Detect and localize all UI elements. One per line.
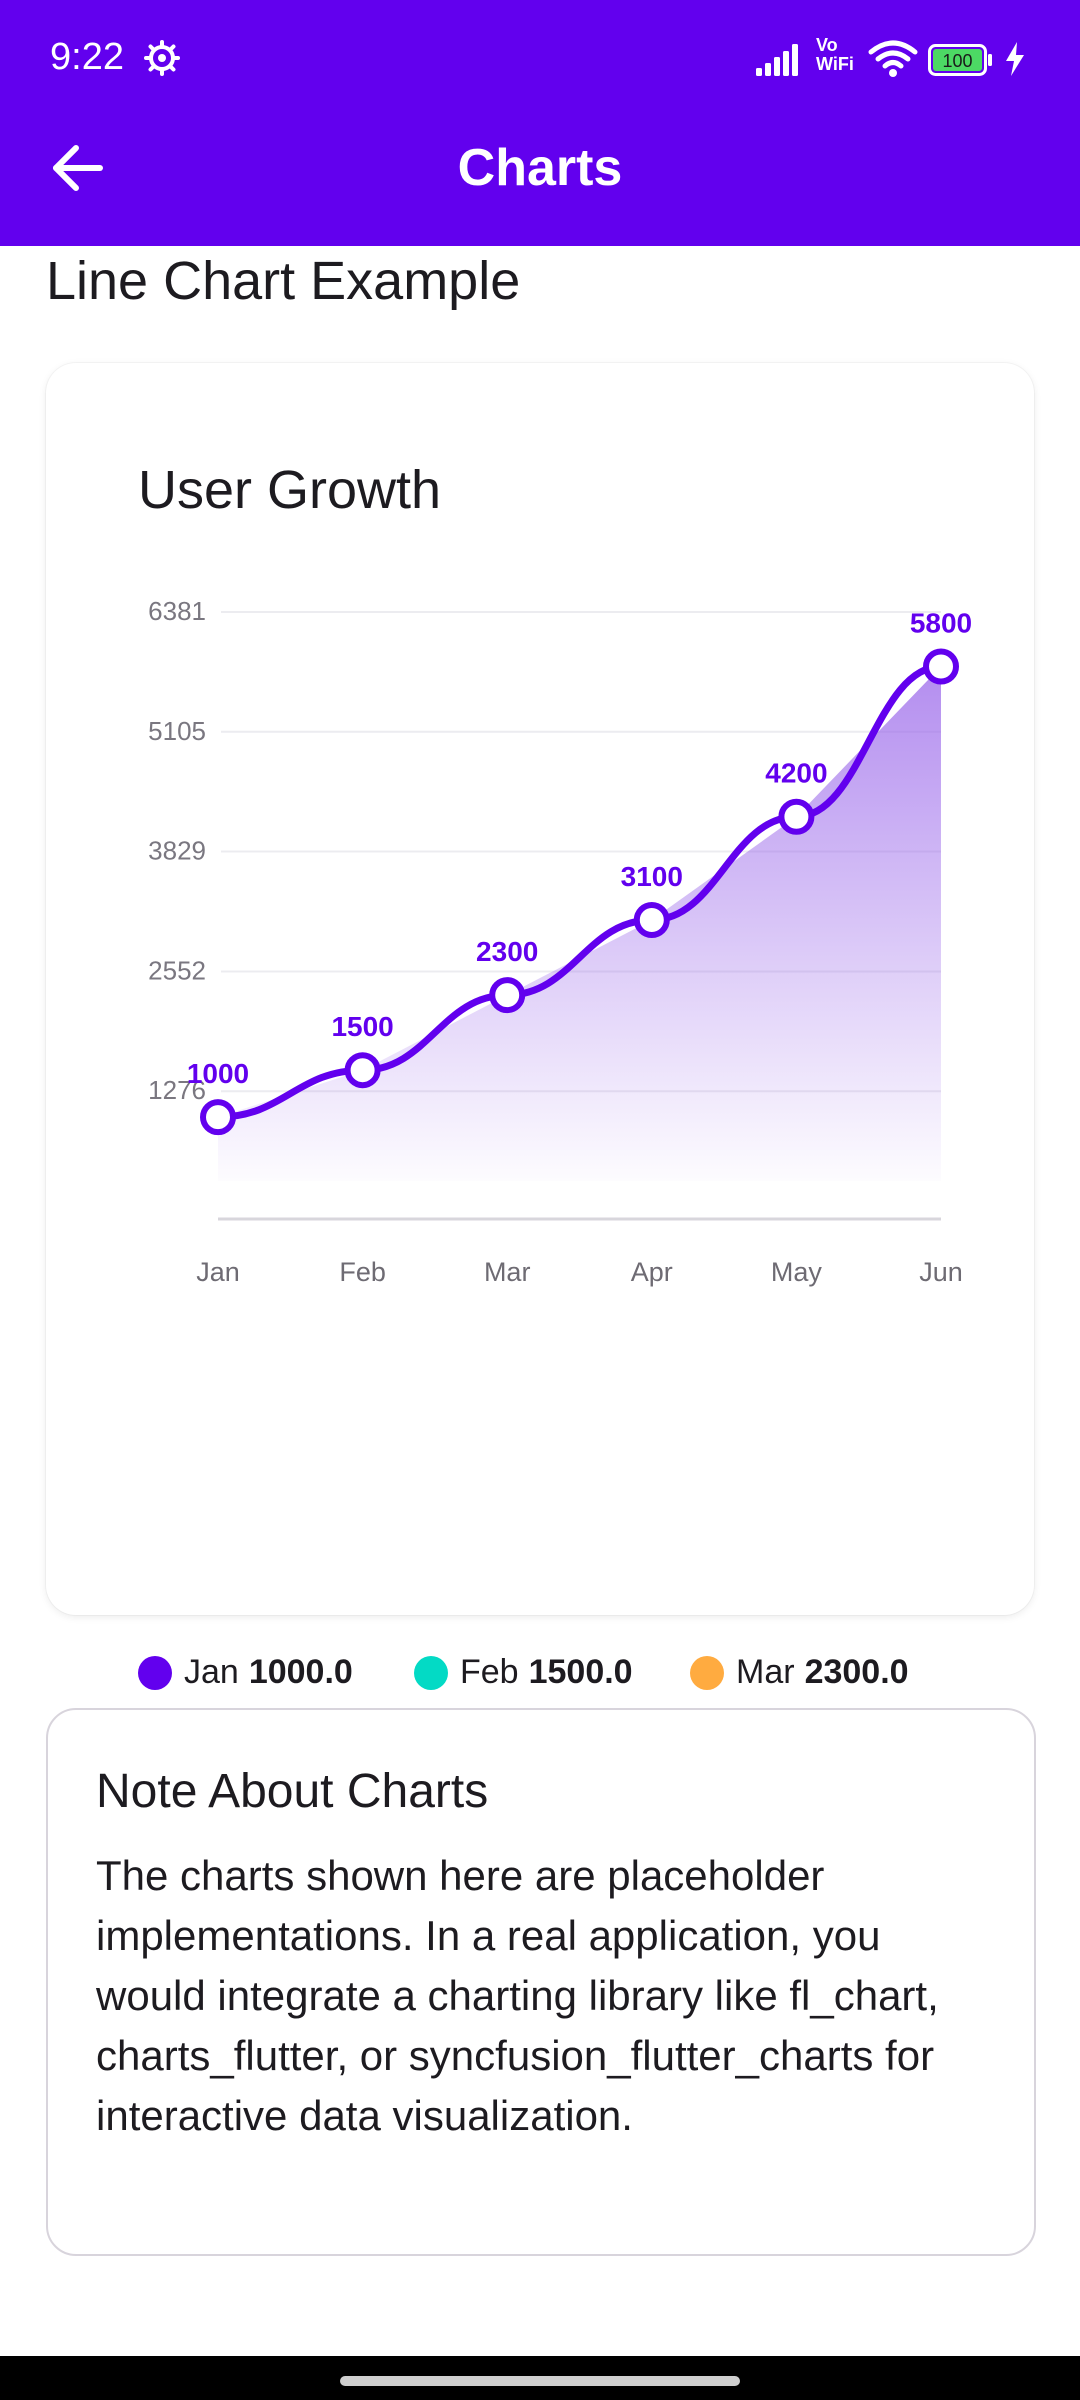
settings-gear-icon [144, 40, 180, 76]
data-label: 3100 [621, 861, 683, 892]
app-bar-title: Charts [457, 139, 623, 197]
legend-item-jan: Jan 1000.0 [138, 1653, 353, 1692]
data-point [489, 977, 526, 1014]
legend-dot [414, 1655, 448, 1690]
vowifi-top-text: Vo [816, 35, 838, 55]
x-tick-label: Mar [484, 1257, 531, 1287]
data-label: 4200 [765, 758, 827, 789]
status-time: 9:22 [50, 36, 124, 78]
data-label: 1500 [331, 1011, 393, 1042]
x-tick-label: Jun [919, 1257, 963, 1287]
x-tick-label: Apr [631, 1257, 673, 1287]
legend-value: 1000.0 [248, 1653, 353, 1691]
battery-icon: 100 [928, 44, 992, 76]
legend-label: Feb [460, 1653, 519, 1691]
data-label: 2300 [476, 936, 538, 967]
data-point [200, 1099, 236, 1136]
legend-value: 2300.0 [804, 1653, 909, 1691]
note-title: Note About Charts [96, 1765, 489, 1818]
x-tick-label: Feb [339, 1257, 386, 1287]
data-label: 5800 [910, 608, 972, 639]
vowifi-indicator: Vo WiFi [816, 36, 854, 74]
x-tick-label: May [771, 1257, 823, 1287]
x-tick-label: Jan [196, 1257, 240, 1287]
data-point [778, 798, 815, 835]
note-body: The charts shown here are placeholder im… [96, 1852, 939, 2139]
y-tick-label: 5105 [148, 716, 206, 746]
legend-item-mar: Mar 2300.0 [690, 1653, 909, 1692]
legend-label: Jan [184, 1653, 239, 1691]
system-nav-bar [0, 2356, 1080, 2400]
charging-bolt-icon [1006, 42, 1024, 76]
area-fill [218, 666, 941, 1181]
legend-dot [690, 1655, 724, 1690]
legend-label: Mar [736, 1653, 795, 1691]
app-bar: 9:22 Vo WiFi 100 Charts [0, 0, 1080, 246]
status-bar: 9:22 Vo WiFi 100 [0, 0, 1080, 120]
y-tick-label: 6381 [148, 596, 206, 626]
wifi-icon [868, 40, 918, 77]
y-tick-label: 3829 [148, 836, 206, 866]
legend-dot [138, 1655, 172, 1690]
legend-item-feb: Feb 1500.0 [414, 1653, 633, 1692]
section-title: Line Chart Example [46, 251, 521, 311]
y-tick-label: 2552 [148, 955, 206, 985]
line-chart: 127625523829510563811000Jan1500Feb2300Ma… [148, 596, 972, 1287]
legend-value: 1500.0 [528, 1653, 633, 1691]
data-point [633, 901, 670, 938]
home-gesture-handle[interactable] [340, 2376, 740, 2386]
data-point [923, 648, 959, 685]
battery-level: 100 [942, 51, 972, 71]
line-chart-card: User Growth 1276 2552 3829 5105 6381 1000 Jan 1… [46, 363, 1034, 1836]
vowifi-bottom-text: WiFi [816, 54, 854, 74]
cellular-signal-icon [756, 44, 798, 76]
data-point [344, 1052, 381, 1089]
note-card: Note About Charts The charts shown here … [46, 1708, 1036, 2256]
data-label: 1000 [187, 1058, 249, 1089]
